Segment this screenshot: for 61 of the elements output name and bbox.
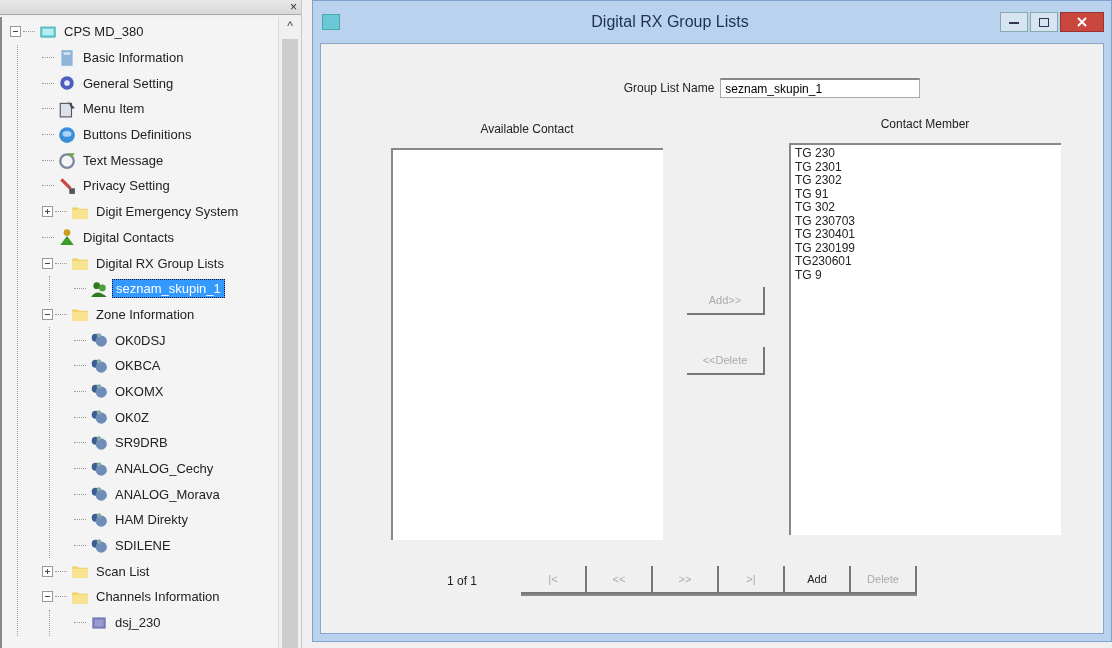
- contact-member-list[interactable]: TG 230 TG 2301 TG 2302 TG 91 TG 302 TG 230703 TG 230401 TG 230199 TG230601 TG 9: [789, 143, 1061, 535]
- close-icon: [1077, 17, 1087, 27]
- page-icon: [58, 48, 76, 67]
- minimize-icon: [1009, 20, 1019, 24]
- list-heading: Contact Member: [880, 117, 970, 131]
- expand-icon[interactable]: [42, 565, 53, 577]
- list-item[interactable]: TG 2301: [795, 160, 1057, 174]
- list-item[interactable]: TG 230703: [795, 214, 1057, 228]
- tree-item[interactable]: Menu Item: [80, 100, 148, 118]
- tree-item[interactable]: OKOMX: [112, 382, 167, 400]
- scrollbar[interactable]: ^: [278, 17, 301, 648]
- list-item[interactable]: TG 91: [795, 187, 1057, 201]
- tree-item[interactable]: OK0DSJ: [112, 331, 169, 349]
- disc-icon: [58, 125, 76, 144]
- scroll-up-icon[interactable]: ^: [287, 19, 293, 33]
- list-item[interactable]: TG 230: [795, 147, 1057, 161]
- list-item[interactable]: TG 2302: [795, 174, 1057, 188]
- expand-icon[interactable]: [42, 206, 53, 218]
- tree-item[interactable]: OKBCA: [112, 357, 164, 375]
- app-icon: [322, 14, 340, 30]
- tree-item[interactable]: ANALOG_Cechy: [112, 460, 217, 478]
- tree-item[interactable]: HAM Direkty: [112, 511, 191, 529]
- list-item[interactable]: TG230601: [795, 255, 1057, 269]
- tree-item[interactable]: General Setting: [80, 74, 177, 92]
- field-label: Group List Name: [623, 81, 715, 95]
- tree-item[interactable]: OK0Z: [112, 408, 152, 426]
- tree-item[interactable]: Text Message: [80, 151, 167, 169]
- maximize-icon: [1039, 17, 1049, 27]
- tree-item[interactable]: CPS MD_380: [61, 23, 147, 41]
- tree-item[interactable]: Digit Emergency System: [93, 203, 242, 221]
- tree-item[interactable]: Privacy Setting: [80, 177, 173, 195]
- close-button[interactable]: [1060, 12, 1104, 32]
- list-item[interactable]: TG 230199: [795, 241, 1057, 255]
- collapse-icon[interactable]: [42, 308, 53, 320]
- window-title: Digital RX Group Lists: [590, 13, 750, 31]
- document-icon: [58, 99, 76, 118]
- tree-item[interactable]: Buttons Definitions: [80, 126, 195, 144]
- tree-item[interactable]: Scan List: [93, 562, 153, 580]
- collapse-icon[interactable]: [10, 26, 21, 38]
- tree-item[interactable]: Basic Information: [80, 49, 187, 67]
- list-item[interactable]: TG 302: [795, 201, 1057, 215]
- tree-item[interactable]: Digital Contacts: [80, 228, 178, 246]
- add-button[interactable]: Add: [785, 566, 851, 594]
- minimize-button[interactable]: [1000, 12, 1028, 32]
- gear-icon: [58, 74, 76, 93]
- collapse-icon[interactable]: [42, 591, 53, 603]
- collapse-icon[interactable]: [42, 257, 53, 269]
- tree-item[interactable]: Zone Information: [93, 305, 198, 323]
- tree-item[interactable]: ANALOG_Morava: [112, 485, 223, 503]
- tree-item[interactable]: SR9DRB: [112, 434, 171, 452]
- tree-item[interactable]: dsj_230: [112, 614, 164, 632]
- group-list-name-field[interactable]: seznam_skupin_1: [720, 78, 921, 98]
- list-item[interactable]: TG 9: [795, 268, 1057, 282]
- tree-item[interactable]: Channels Information: [93, 588, 223, 606]
- maximize-button[interactable]: [1030, 12, 1058, 32]
- tree-item[interactable]: Digital RX Group Lists: [93, 254, 227, 272]
- list-item[interactable]: TG 230401: [795, 228, 1057, 242]
- close-icon[interactable]: ×: [290, 1, 297, 13]
- tree-item[interactable]: SDILENE: [112, 537, 174, 555]
- list-heading: Available Contact: [480, 122, 574, 136]
- page-indicator: 1 of 1: [447, 574, 479, 588]
